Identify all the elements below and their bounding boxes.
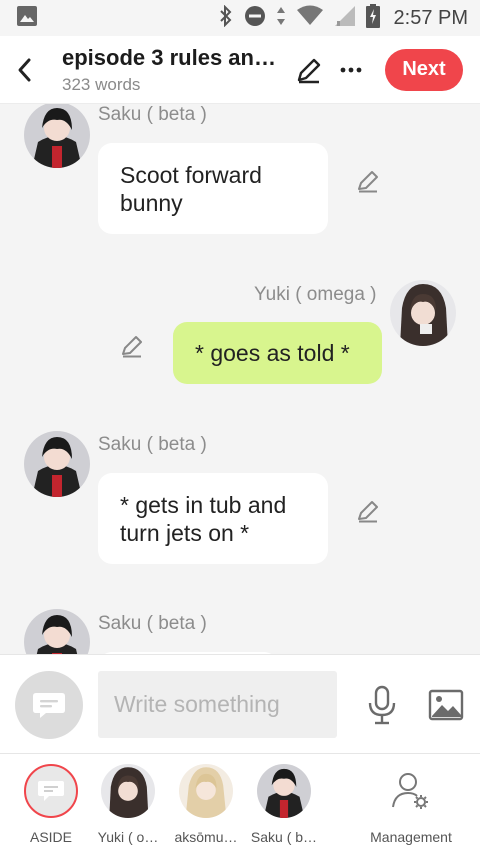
character-yuki[interactable]: Yuki ( o…: [90, 764, 166, 850]
person-settings-icon: [384, 764, 438, 818]
character-aside[interactable]: ASIDE: [13, 764, 89, 850]
management-label: Management: [370, 829, 452, 845]
do-not-disturb-icon: [244, 5, 266, 32]
word-count: 323 words: [62, 74, 141, 94]
microphone-icon: [368, 685, 396, 725]
avatar: [101, 764, 155, 818]
avatar-saku[interactable]: [24, 431, 90, 497]
edit-message-button[interactable]: [117, 331, 147, 361]
page-title: episode 3 rules an…: [62, 44, 276, 70]
character-aksomu[interactable]: aksōmu…: [168, 764, 244, 850]
avatar-saku[interactable]: [24, 609, 90, 654]
pencil-icon: [297, 58, 321, 83]
character-label: aksōmu…: [174, 829, 238, 845]
microphone-button[interactable]: [362, 683, 402, 727]
avatar-saku[interactable]: [24, 104, 90, 168]
avatar-yuki[interactable]: [390, 280, 456, 346]
data-arrows-icon: [276, 5, 286, 32]
story-header: episode 3 rules an… 323 words Next: [0, 36, 480, 104]
character-label: Saku ( b…: [250, 829, 318, 845]
sender-name: Yuki ( omega ): [254, 284, 377, 305]
aside-toggle-button[interactable]: [15, 671, 83, 739]
sender-name: Saku ( beta ): [98, 104, 207, 125]
avatar: [179, 764, 233, 818]
avatar: [257, 764, 311, 818]
signal-icon: [334, 5, 356, 32]
status-time: 2:57 PM: [393, 6, 468, 29]
title-block: episode 3 rules an… 323 words: [48, 45, 289, 95]
chat-area[interactable]: Saku ( beta ) Scoot forward bunny Yuki (…: [0, 104, 480, 654]
bluetooth-icon: [218, 4, 234, 32]
sender-name: Saku ( beta ): [98, 434, 207, 455]
status-bar: 2:57 PM: [0, 0, 480, 36]
aside-icon: [24, 764, 78, 818]
image-icon: [428, 689, 464, 721]
pencil-icon: [122, 336, 142, 358]
message-bubble-own[interactable]: * goes as told *: [173, 322, 382, 384]
chat-bubble-icon: [33, 693, 65, 718]
composer-bar: [0, 654, 480, 754]
more-dots-icon: [340, 67, 362, 72]
edit-message-button[interactable]: [353, 496, 383, 526]
back-button[interactable]: [0, 36, 48, 104]
management-button[interactable]: Management: [365, 764, 457, 850]
chevron-left-icon: [18, 58, 31, 81]
message-bubble[interactable]: * gets in tub and turn jets on *: [98, 473, 328, 564]
character-label: ASIDE: [29, 829, 72, 845]
next-button[interactable]: Next: [385, 48, 463, 91]
image-button[interactable]: [426, 685, 466, 725]
sender-name: Saku ( beta ): [98, 613, 207, 634]
wifi-icon: [296, 5, 324, 32]
more-options-button[interactable]: [331, 50, 371, 90]
pencil-icon: [358, 501, 378, 523]
message-bubble[interactable]: Scoot forward bunny: [98, 143, 328, 234]
edit-title-button[interactable]: [289, 50, 329, 90]
battery-charging-icon: [365, 3, 380, 33]
character-saku[interactable]: Saku ( b…: [246, 764, 322, 850]
edit-message-button[interactable]: [353, 166, 383, 196]
gallery-notification-icon: [16, 5, 38, 32]
pencil-icon: [358, 171, 378, 193]
character-label: Yuki ( o…: [97, 829, 159, 845]
character-bar: ASIDE Yuki ( o… aksōmu… Saku ( b… Manage…: [0, 754, 480, 854]
message-input[interactable]: [98, 671, 337, 738]
